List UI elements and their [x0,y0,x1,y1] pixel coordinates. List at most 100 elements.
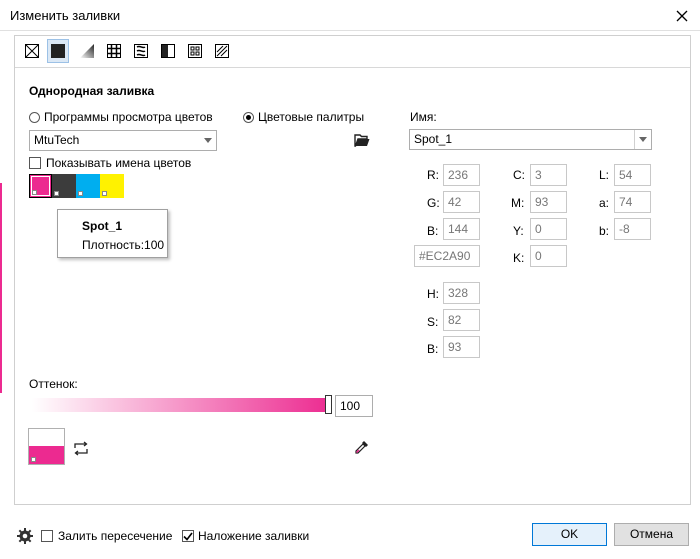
folder-open-icon [354,134,370,147]
lab-b-field[interactable]: -8 [614,218,651,240]
swatch-corner-marker [31,457,36,462]
tab-two-color-pattern-fill[interactable] [157,39,179,63]
open-palette-button[interactable] [353,131,371,149]
palette-select-value: MtuTech [34,133,80,147]
overprint-fill-checkbox[interactable] [41,530,53,542]
h-label: H: [427,287,439,301]
cancel-button[interactable]: Отмена [614,523,689,546]
fill-overprint-checkbox[interactable] [182,530,194,542]
color-preview [28,428,65,465]
g-label: G: [427,196,440,210]
c-field[interactable]: 3 [530,164,567,186]
settings-button[interactable] [16,527,34,545]
texture-fill-icon [188,44,202,58]
swatch-corner-marker [78,191,83,196]
show-color-names-checkbox[interactable] [29,157,41,169]
color-name-select[interactable]: Spot_1 [409,129,652,150]
lab-b-label: b: [599,224,610,238]
k-label: K: [513,251,525,265]
s-field[interactable]: 82 [443,309,480,331]
b-field[interactable]: 144 [443,218,480,240]
tooltip-density: Плотность:100 [82,238,165,252]
radio-color-palettes[interactable]: Цветовые палитры [243,110,364,124]
section-title: Однородная заливка [29,84,155,98]
m-field[interactable]: 93 [530,191,567,213]
swatch-1[interactable] [29,174,52,198]
radio-color-viewers-circle[interactable] [29,111,40,123]
tab-fountain-fill[interactable] [76,39,98,63]
a-field[interactable]: 74 [614,191,651,213]
swatch-3[interactable] [76,174,100,198]
bitmap-pattern-icon [134,44,148,58]
tint-slider-track[interactable] [32,398,332,412]
tooltip-color-name: Spot_1 [82,219,123,233]
l-label: L: [599,168,610,182]
close-button[interactable] [665,2,698,29]
swap-icon [74,440,88,456]
swatch-corner-marker [54,191,59,196]
tab-bitmap-pattern-fill[interactable] [130,39,152,63]
s-label: S: [427,315,439,329]
brightness-field[interactable]: 93 [443,336,480,358]
b-label: B: [427,224,439,238]
previous-color-preview [29,429,64,446]
tint-slider-handle[interactable] [325,395,332,414]
tint-label: Оттенок: [29,377,78,391]
radio-color-viewers-label: Программы просмотра цветов [44,110,213,124]
radio-color-viewers[interactable]: Программы просмотра цветов [29,110,213,124]
checkmark-icon [183,532,193,541]
current-color-preview [29,446,64,464]
color-name-label: Имя: [410,110,437,124]
fill-overprint-option[interactable]: Наложение заливки [182,529,309,543]
uniform-fill-icon [51,44,65,58]
vector-pattern-icon [107,44,121,58]
postscript-fill-icon [215,44,229,58]
fill-overprint-label: Наложение заливки [198,529,310,543]
swap-colors-button[interactable] [72,439,90,457]
title-bar: Изменить заливки [0,0,700,31]
fountain-fill-icon [80,44,94,58]
swatch-4[interactable] [100,174,124,198]
radio-color-palettes-circle[interactable] [243,111,254,123]
m-label: M: [511,196,525,210]
r-label: R: [427,168,439,182]
two-color-pattern-icon [161,44,175,58]
hex-field[interactable]: #EC2A90 [414,245,480,267]
swatch-corner-marker [102,191,107,196]
content-panel [14,35,691,505]
no-fill-icon [25,44,39,58]
chevron-down-icon [199,131,216,150]
tab-texture-fill[interactable] [184,39,206,63]
palette-swatches [29,174,124,198]
background-edge [0,183,2,393]
h-field[interactable]: 328 [443,282,480,304]
tab-no-fill[interactable] [21,39,43,63]
tab-postscript-fill[interactable] [211,39,233,63]
c-label: C: [513,168,525,182]
g-field[interactable]: 42 [443,191,480,213]
swatch-2[interactable] [52,174,76,198]
swatch-tooltip: Spot_1 Плотность:100 [57,209,168,258]
l-field[interactable]: 54 [614,164,651,186]
y-field[interactable]: 0 [530,218,567,240]
a-label: a: [599,196,610,210]
brightness-label: B: [427,342,439,356]
show-color-names-label: Показывать имена цветов [46,156,192,170]
overprint-fill-option[interactable]: Залить пересечение [41,529,172,543]
color-name-value: Spot_1 [414,132,453,146]
ok-button[interactable]: OK [532,523,607,546]
overprint-fill-label: Залить пересечение [58,529,173,543]
close-icon [676,10,687,21]
radio-color-palettes-label: Цветовые палитры [258,110,365,124]
r-field[interactable]: 236 [443,164,480,186]
tab-vector-pattern-fill[interactable] [103,39,125,63]
tint-value-field[interactable]: 100 [335,395,373,417]
tab-uniform-fill[interactable] [47,39,69,63]
eyedropper-icon [355,441,368,454]
palette-select[interactable]: MtuTech [29,130,217,151]
swatch-corner-marker [32,190,37,195]
eyedropper-button[interactable] [352,437,372,457]
k-field[interactable]: 0 [530,245,567,267]
show-color-names-option[interactable]: Показывать имена цветов [29,156,191,170]
chevron-down-icon [634,130,651,149]
